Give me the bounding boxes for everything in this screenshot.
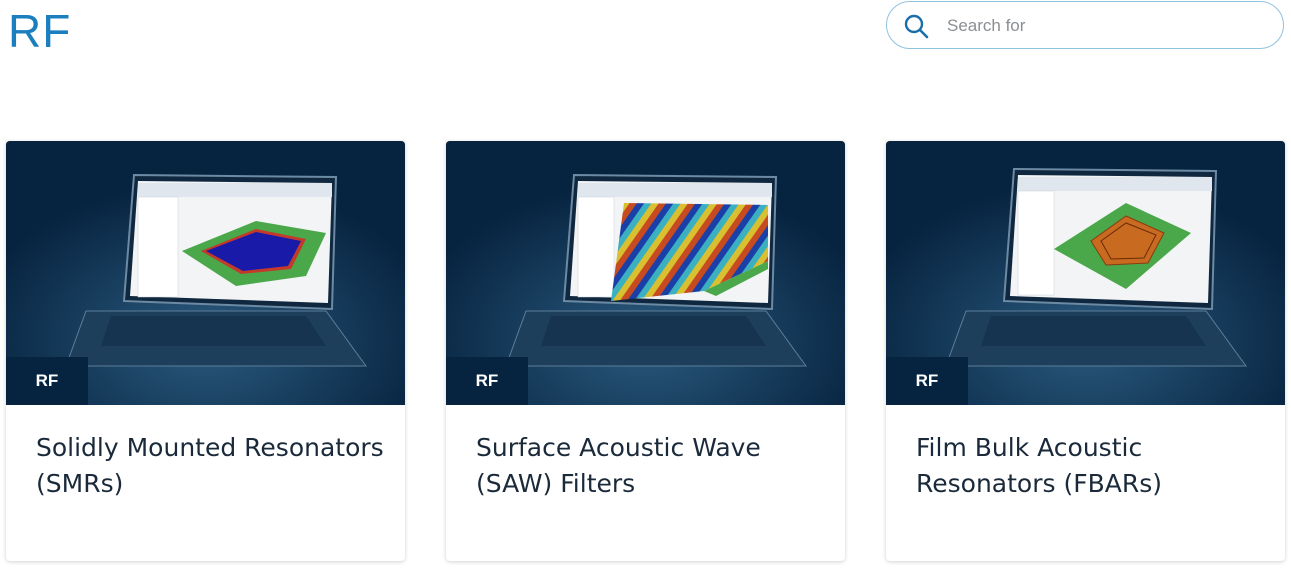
card-title[interactable]: Solidly Mounted Resonators (SMRs): [36, 430, 386, 502]
card-saw[interactable]: RF Surface Acoustic Wave (SAW) Filters: [446, 141, 845, 561]
card-title[interactable]: Surface Acoustic Wave (SAW) Filters: [476, 430, 826, 502]
category-tag: RF: [446, 357, 528, 405]
card-fbar[interactable]: RF Film Bulk Acoustic Resonators (FBARs): [886, 141, 1285, 561]
category-tag: RF: [6, 357, 88, 405]
search-input[interactable]: [945, 10, 1269, 42]
card-thumbnail[interactable]: RF: [446, 141, 845, 405]
card-thumbnail[interactable]: RF: [6, 141, 405, 405]
page-title: RF: [8, 5, 72, 57]
search-box[interactable]: [886, 1, 1284, 49]
category-tag: RF: [886, 357, 968, 405]
card-title[interactable]: Film Bulk Acoustic Resonators (FBARs): [916, 430, 1266, 502]
card-thumbnail[interactable]: RF: [886, 141, 1285, 405]
search-icon[interactable]: [903, 13, 929, 39]
card-smr[interactable]: RF Solidly Mounted Resonators (SMRs): [6, 141, 405, 561]
